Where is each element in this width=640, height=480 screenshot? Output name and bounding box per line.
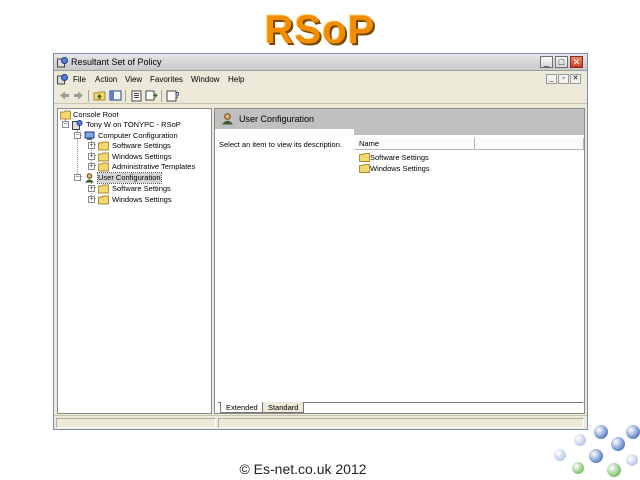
folder-icon (98, 184, 109, 194)
tree-node-label: Software Settings (112, 141, 171, 150)
collapse-toggle[interactable]: − (62, 121, 69, 128)
child-close-button[interactable]: ✕ (570, 74, 581, 84)
tree-node-label: Windows Settings (112, 152, 172, 161)
folder-icon (98, 162, 109, 172)
child-minimize-button[interactable]: _ (546, 74, 557, 84)
footer-copyright: © Es-net.co.uk 2012 (239, 461, 367, 477)
show-hide-tree-icon[interactable] (109, 89, 122, 102)
folder-icon (98, 195, 109, 205)
header-extension (354, 129, 584, 135)
expand-toggle[interactable]: + (88, 153, 95, 160)
tree-node-label: User Configuration (97, 172, 162, 184)
expand-toggle[interactable]: + (88, 185, 95, 192)
menu-view[interactable]: View (125, 75, 142, 84)
menu-favorites[interactable]: Favorites (150, 75, 183, 84)
view-tabs: Extended Standard (218, 402, 583, 414)
folder-icon (98, 152, 109, 162)
tree-node-label: Software Settings (112, 184, 171, 193)
folder-icon (60, 110, 71, 120)
user-icon (85, 173, 94, 183)
tree-node-label: Console Root (73, 110, 119, 119)
toolbar-separator (125, 90, 126, 102)
column-header-empty[interactable] (475, 138, 584, 150)
toolbar-separator (161, 90, 162, 102)
up-folder-icon[interactable] (93, 89, 106, 102)
folder-icon (98, 141, 109, 151)
child-restore-button[interactable]: ▫ (558, 74, 569, 84)
minimize-button[interactable]: _ (540, 56, 553, 68)
column-header-name[interactable]: Name (355, 138, 475, 150)
back-icon[interactable] (58, 89, 71, 102)
user-icon (222, 113, 233, 125)
svg-text:?: ? (175, 91, 179, 100)
expand-toggle[interactable]: + (88, 196, 95, 203)
list-item-label: Windows Settings (370, 164, 430, 173)
menu-help[interactable]: Help (228, 75, 244, 84)
export-list-icon[interactable] (145, 89, 158, 102)
expand-toggle[interactable]: + (88, 142, 95, 149)
rsop-icon (72, 120, 83, 130)
console-tree[interactable]: Console Root − Tony W on TONYPC - RSoP −… (57, 108, 212, 414)
description-text: Select an item to view its description. (219, 140, 342, 149)
tab-extended[interactable]: Extended (220, 402, 264, 413)
menu-bar: File Action View Favorites Window Help _… (54, 72, 587, 87)
tree-node-label: Computer Configuration (98, 131, 178, 140)
status-cell (218, 418, 584, 428)
toolbar-separator (88, 90, 89, 102)
details-title: User Configuration (239, 114, 315, 124)
menu-window[interactable]: Window (191, 75, 219, 84)
tree-node-label: Administrative Templates (112, 162, 196, 171)
tab-standard[interactable]: Standard (262, 402, 305, 413)
folder-icon (359, 153, 370, 162)
expand-toggle[interactable]: + (88, 163, 95, 170)
computer-icon (84, 131, 95, 140)
status-bar (54, 415, 587, 429)
rsop-window: Resultant Set of Policy _ □ ✕ File Actio… (53, 53, 588, 430)
list-item-label: Software Settings (370, 153, 429, 162)
menu-file[interactable]: File (73, 75, 86, 84)
help-icon[interactable]: ? (166, 89, 179, 102)
decorative-bubbles-icon (554, 425, 640, 477)
close-button[interactable]: ✕ (570, 56, 583, 68)
console-document-icon[interactable] (57, 74, 68, 85)
rsop-app-icon (57, 57, 68, 68)
collapse-toggle[interactable]: − (74, 132, 81, 139)
folder-icon (359, 164, 370, 173)
status-cell (56, 418, 216, 428)
maximize-button[interactable]: □ (555, 56, 568, 68)
window-title: Resultant Set of Policy (71, 57, 162, 67)
menu-action[interactable]: Action (95, 75, 117, 84)
tree-node-label: Tony W on TONYPC - RSoP (86, 120, 181, 129)
toolbar: ? (54, 88, 587, 104)
collapse-toggle[interactable]: − (74, 174, 81, 181)
details-pane: User Configuration Select an item to vie… (214, 108, 585, 414)
forward-icon[interactable] (72, 89, 85, 102)
slide-title: RSoP (264, 8, 376, 52)
properties-icon[interactable] (130, 89, 143, 102)
details-header: User Configuration (215, 109, 584, 129)
tree-node-label: Windows Settings (112, 195, 172, 204)
title-bar[interactable]: Resultant Set of Policy _ □ ✕ (54, 54, 587, 71)
